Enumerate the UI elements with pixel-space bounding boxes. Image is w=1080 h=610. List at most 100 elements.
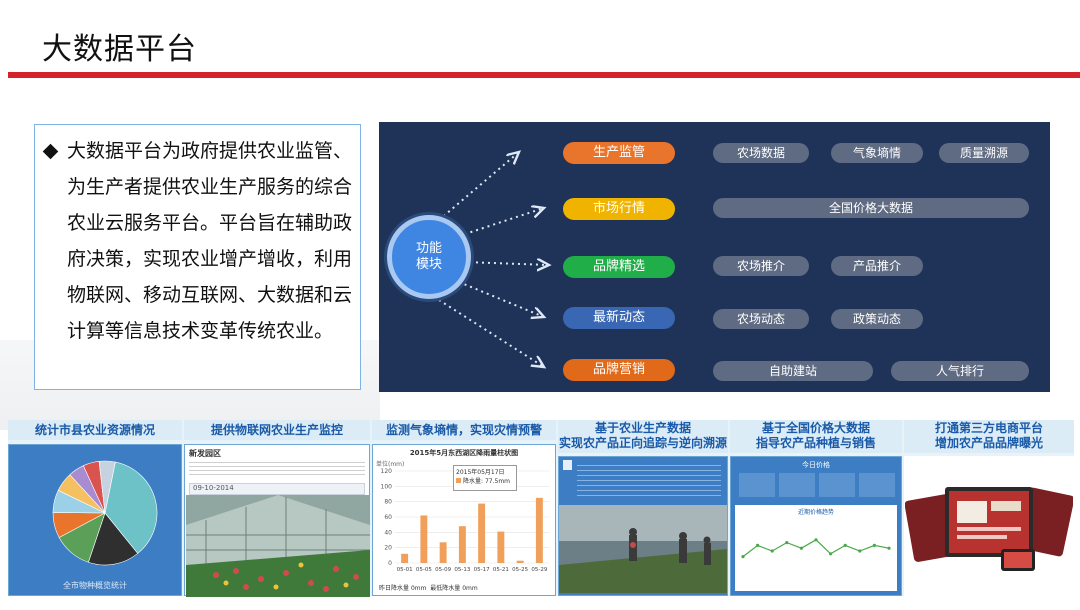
card-weather-monitor: 监测气象墒情，实现灾情预警 2015年5月东西湖区降雨量柱状图 单位(mm) 0… [372,420,556,596]
trend-title: 近期价格趋势 [797,509,834,516]
rain-ytick-label: 40 [384,529,392,536]
footer-right-label: 最低降水量 [430,585,461,592]
card-resource-stats: 统计市县农业资源情况 全市物种概览统计 [8,420,182,596]
trend-point [858,549,862,553]
rain-bar [535,497,543,563]
caption-line-1: 打通第三方电商平台 [934,421,1043,435]
card-iot-monitor: 提供物联网农业生产监控 新发园区 09-10-2014 [184,420,370,597]
card-caption: 基于全国价格大数据 指导农产品种植与销售 [730,420,902,453]
trend-point [814,538,818,542]
intro-textbox: 大数据平台为政府提供农业监管、为生产者提供农业生产服务的综合农业云服务平台。平台… [34,124,361,390]
rain-xtick-label: 05-13 [454,567,470,573]
card-caption: 基于农业生产数据 实现农产品正向追踪与逆向溯源 [558,420,728,453]
rain-ytick-label: 0 [388,560,392,567]
card-caption: 统计市县农业资源情况 [8,420,182,440]
rain-footer: 昨日降水量 0mm 最低降水量 0mm [379,583,478,592]
rain-ytick-label: 60 [384,514,392,521]
tooltip-value: 77.5mm [484,478,511,485]
rain-bar [439,542,447,563]
card-ecommerce: 打通第三方电商平台 增加农产品品牌曝光 [904,420,1074,596]
module-pill-5[interactable]: 品牌营销 [563,359,675,381]
rain-panel: 2015年5月东西湖区降雨量柱状图 单位(mm) 0 20 40 60 80 100 120… [372,444,556,596]
trend-chart-box: 近期价格趋势 [735,505,897,591]
caption-line-2: 增加农产品品牌曝光 [934,436,1043,450]
hub-line-1: 功能 [415,241,442,256]
tag-row2-1[interactable]: 全国价格大数据 [713,198,1029,218]
rain-xtick-label: 05-21 [493,567,509,573]
resource-pie-chart [52,460,158,566]
module-pill-1[interactable]: 生产监管 [563,142,675,164]
park-name: 新发园区 [189,449,221,458]
arrow-to-row-2 [458,208,544,237]
tag-row4-1[interactable]: 农场动态 [713,309,809,329]
trend-point [829,552,833,556]
tag-row1-2[interactable]: 气象墒情 [831,143,923,163]
function-module-diagram: 功能 模块 生产监管 农场数据 气象墒情 质量溯源 市场行情 全国价格大数据 品… [379,122,1050,392]
trend-point [799,546,803,550]
rain-xtick-label: 05-25 [512,567,528,573]
rain-ytick-label: 80 [384,499,392,506]
trend-point [887,546,891,550]
card-caption: 打通第三方电商平台 增加农产品品牌曝光 [904,420,1074,453]
module-pill-2[interactable]: 市场行情 [563,198,675,220]
tag-row4-2[interactable]: 政策动态 [831,309,923,329]
arrow-to-row-1 [438,152,519,221]
ecommerce-panel [904,456,1074,596]
card-price-data: 基于全国价格大数据 指导农产品种植与销售 今日价格 近期价格趋势 [730,420,902,596]
rain-xtick-label: 05-09 [435,567,451,573]
caption-line-2: 实现农产品正向追踪与逆向溯源 [558,436,727,450]
price-panel-title: 今日价格 [802,461,830,469]
tag-row1-1[interactable]: 农场数据 [713,143,809,163]
module-pill-4[interactable]: 最新动态 [563,307,675,329]
price-trend-line-chart [741,538,891,559]
price-summary-row [735,473,897,497]
module-pill-3[interactable]: 品牌精选 [563,256,675,278]
card-traceability: 基于农业生产数据 实现农产品正向追踪与逆向溯源 [558,420,728,596]
trend-point [770,549,774,553]
rain-tooltip: 2015年05月17日 降水量: 77.5mm [453,465,517,491]
qr-code-icon [563,460,572,470]
rain-xtick-label: 05-01 [397,567,413,573]
arrow-to-row-3 [463,262,549,265]
rain-ytick-label: 20 [384,545,392,552]
rain-bar [401,553,409,563]
slide-title: 大数据平台 [42,32,197,67]
rain-xtick-label: 05-29 [531,567,547,573]
trace-info-lines [577,461,721,497]
rain-chart-title: 2015年5月东西湖区降雨量柱状图 [409,449,519,457]
footer-right-value: 0mm [462,585,478,592]
video-toolbar: 09-10-2014 [189,483,365,495]
card-caption: 提供物联网农业生产监控 [184,420,370,440]
footer-left-label: 昨日降水量 [379,585,410,592]
intro-paragraph: 大数据平台为政府提供农业监管、为生产者提供农业生产服务的综合农业云服务平台。平台… [67,140,353,342]
rain-xtick-label: 05-05 [416,567,432,573]
rain-bar [420,515,428,563]
legend-swatch-icon [456,478,461,483]
function-module-hub: 功能 模块 [387,215,471,299]
ecommerce-devices-image [905,487,1073,571]
video-date: 09-10-2014 [193,484,234,492]
rain-bar [458,526,466,563]
description-text-lines [189,459,365,477]
tag-row3-1[interactable]: 农场推介 [713,256,809,276]
tooltip-date: 2015年05月17日 [456,469,505,476]
trace-panel [558,456,728,596]
tag-row5-1[interactable]: 自助建站 [713,361,873,381]
rain-ytick-label: 120 [381,468,393,475]
trend-series-line [742,539,890,558]
trend-point [872,543,876,547]
trend-point [756,543,760,547]
caption-line-2: 指导农产品种植与销售 [755,436,876,450]
hub-line-2: 模块 [415,257,442,272]
trend-point [741,555,745,559]
rain-bar [478,503,486,563]
trend-point [843,543,847,547]
card-caption: 监测气象墒情，实现灾情预警 [372,420,556,440]
farm-workers-photo [559,505,727,593]
tag-row3-2[interactable]: 产品推介 [831,256,923,276]
title-underline [8,72,1080,78]
tag-row1-3[interactable]: 质量溯源 [939,143,1029,163]
arrow-to-row-4 [458,281,544,317]
tooltip-label: 降水量 [463,478,482,485]
tag-row5-2[interactable]: 人气排行 [891,361,1029,381]
